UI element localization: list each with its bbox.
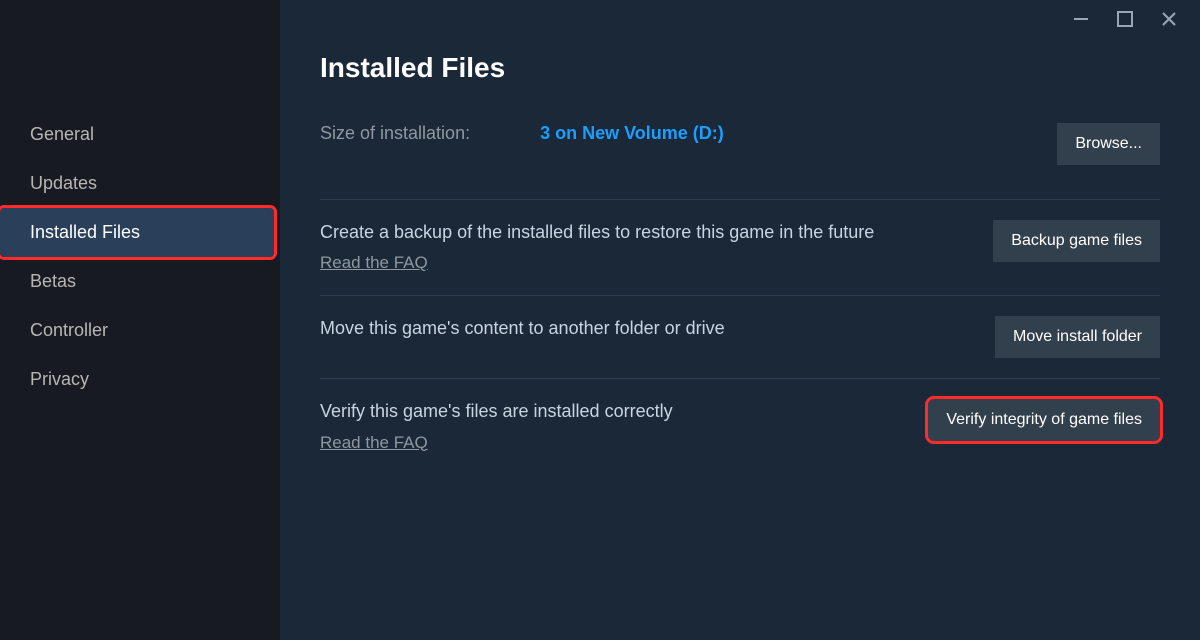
- sidebar-item-label: Controller: [30, 320, 108, 340]
- move-description: Move this game's content to another fold…: [320, 316, 725, 341]
- sidebar-item-label: Installed Files: [30, 222, 140, 242]
- backup-button[interactable]: Backup game files: [993, 220, 1160, 262]
- sidebar-item-label: Privacy: [30, 369, 89, 389]
- verify-text-block: Verify this game's files are installed c…: [320, 399, 673, 454]
- move-button[interactable]: Move install folder: [995, 316, 1160, 358]
- app-window: General Updates Installed Files Betas Co…: [0, 0, 1200, 640]
- sidebar-item-label: Updates: [30, 173, 97, 193]
- move-row: Move this game's content to another fold…: [320, 296, 1160, 379]
- close-icon[interactable]: [1160, 10, 1178, 28]
- backup-text-block: Create a backup of the installed files t…: [320, 220, 874, 275]
- sidebar-item-updates[interactable]: Updates: [0, 159, 280, 208]
- sidebar-item-installed-files[interactable]: Installed Files: [0, 208, 274, 257]
- install-size-row: Size of installation: 3 on New Volume (D…: [320, 118, 1160, 200]
- sidebar-item-label: Betas: [30, 271, 76, 291]
- backup-row: Create a backup of the installed files t…: [320, 200, 1160, 296]
- sidebar-item-controller[interactable]: Controller: [0, 306, 280, 355]
- sidebar-item-betas[interactable]: Betas: [0, 257, 280, 306]
- backup-faq-link[interactable]: Read the FAQ: [320, 251, 428, 275]
- sidebar: General Updates Installed Files Betas Co…: [0, 0, 280, 640]
- install-size-info: Size of installation: 3 on New Volume (D…: [320, 123, 724, 144]
- install-size-value: 3 on New Volume (D:): [540, 123, 724, 144]
- verify-row: Verify this game's files are installed c…: [320, 379, 1160, 474]
- browse-button[interactable]: Browse...: [1057, 123, 1160, 165]
- install-size-label: Size of installation:: [320, 123, 470, 144]
- sidebar-item-label: General: [30, 124, 94, 144]
- sidebar-item-general[interactable]: General: [0, 110, 280, 159]
- sidebar-item-privacy[interactable]: Privacy: [0, 355, 280, 404]
- verify-faq-link[interactable]: Read the FAQ: [320, 431, 428, 455]
- verify-button[interactable]: Verify integrity of game files: [928, 399, 1160, 441]
- window-controls: [1072, 10, 1178, 28]
- page-title: Installed Files: [320, 52, 1160, 84]
- minimize-icon[interactable]: [1072, 10, 1090, 28]
- verify-description: Verify this game's files are installed c…: [320, 399, 673, 424]
- backup-description: Create a backup of the installed files t…: [320, 220, 874, 245]
- maximize-icon[interactable]: [1116, 10, 1134, 28]
- content-area: Installed Files Size of installation: 3 …: [280, 0, 1200, 640]
